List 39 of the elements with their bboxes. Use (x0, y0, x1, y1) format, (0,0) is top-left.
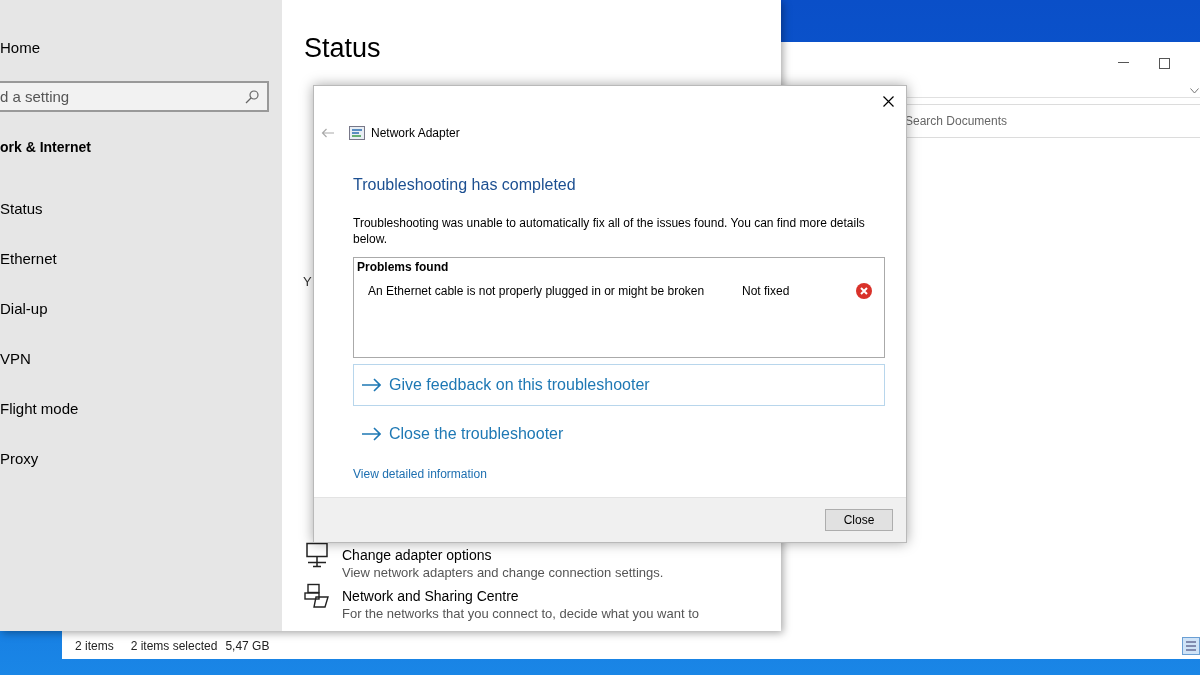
maximize-icon[interactable] (1159, 57, 1170, 69)
close-icon[interactable] (883, 95, 894, 107)
selection-count: 2 items selected (130, 638, 218, 653)
partial-text: Y (303, 274, 312, 290)
arrow-right-icon (361, 378, 381, 392)
dialog-title: Network Adapter (371, 126, 460, 140)
nav-item[interactable]: Flight mode (0, 400, 282, 418)
settings-link[interactable]: Change adapter options (342, 546, 664, 564)
selection-size: 5,47 GB (225, 638, 270, 653)
command-link[interactable]: Give feedback on this troubleshooter (353, 364, 885, 406)
nav-item[interactable]: VPN (0, 350, 282, 368)
arrow-right-icon (361, 427, 381, 441)
link-description: For the networks that you connect to, decide what you want to (342, 605, 699, 622)
nav-item[interactable]: Dial-up (0, 300, 282, 318)
network-adapter-icon (349, 126, 365, 140)
problem-text: An Ethernet cable is not properly plugged in or might be broken (368, 284, 706, 298)
nav-item[interactable]: Ethernet (0, 250, 282, 268)
home-link[interactable]: Home (0, 39, 282, 57)
dialog-message: Troubleshooting was unable to automatically fix all of the issues found. You can find more details below. (353, 215, 866, 247)
monitor-network-icon (304, 542, 330, 568)
search-field[interactable]: d a setting (0, 81, 269, 112)
sharing-center-icon (304, 583, 330, 609)
details-link[interactable]: View detailed information (353, 466, 487, 482)
problems-header: Problems found (357, 260, 450, 275)
settings-link[interactable]: Network and Sharing Centre (342, 587, 699, 605)
dialog-heading: Troubleshooting has completed (353, 175, 577, 195)
problem-status: Not fixed (742, 284, 791, 298)
minimize-icon[interactable] (1118, 62, 1129, 64)
page-title: Status (304, 32, 382, 65)
command-link[interactable]: Close the troubleshooter (353, 413, 885, 455)
close-button[interactable]: Close (825, 509, 893, 531)
item-count: 2 items (75, 638, 114, 653)
link-description: View network adapters and change connection settings. (342, 564, 664, 581)
nav-item[interactable]: Proxy (0, 450, 282, 468)
category-heading: ork & Internet (0, 138, 92, 156)
details-view-icon[interactable] (1182, 636, 1200, 655)
nav-item[interactable]: Status (0, 200, 282, 218)
search-icon (245, 89, 259, 104)
chevron-down-icon[interactable] (1190, 87, 1199, 94)
